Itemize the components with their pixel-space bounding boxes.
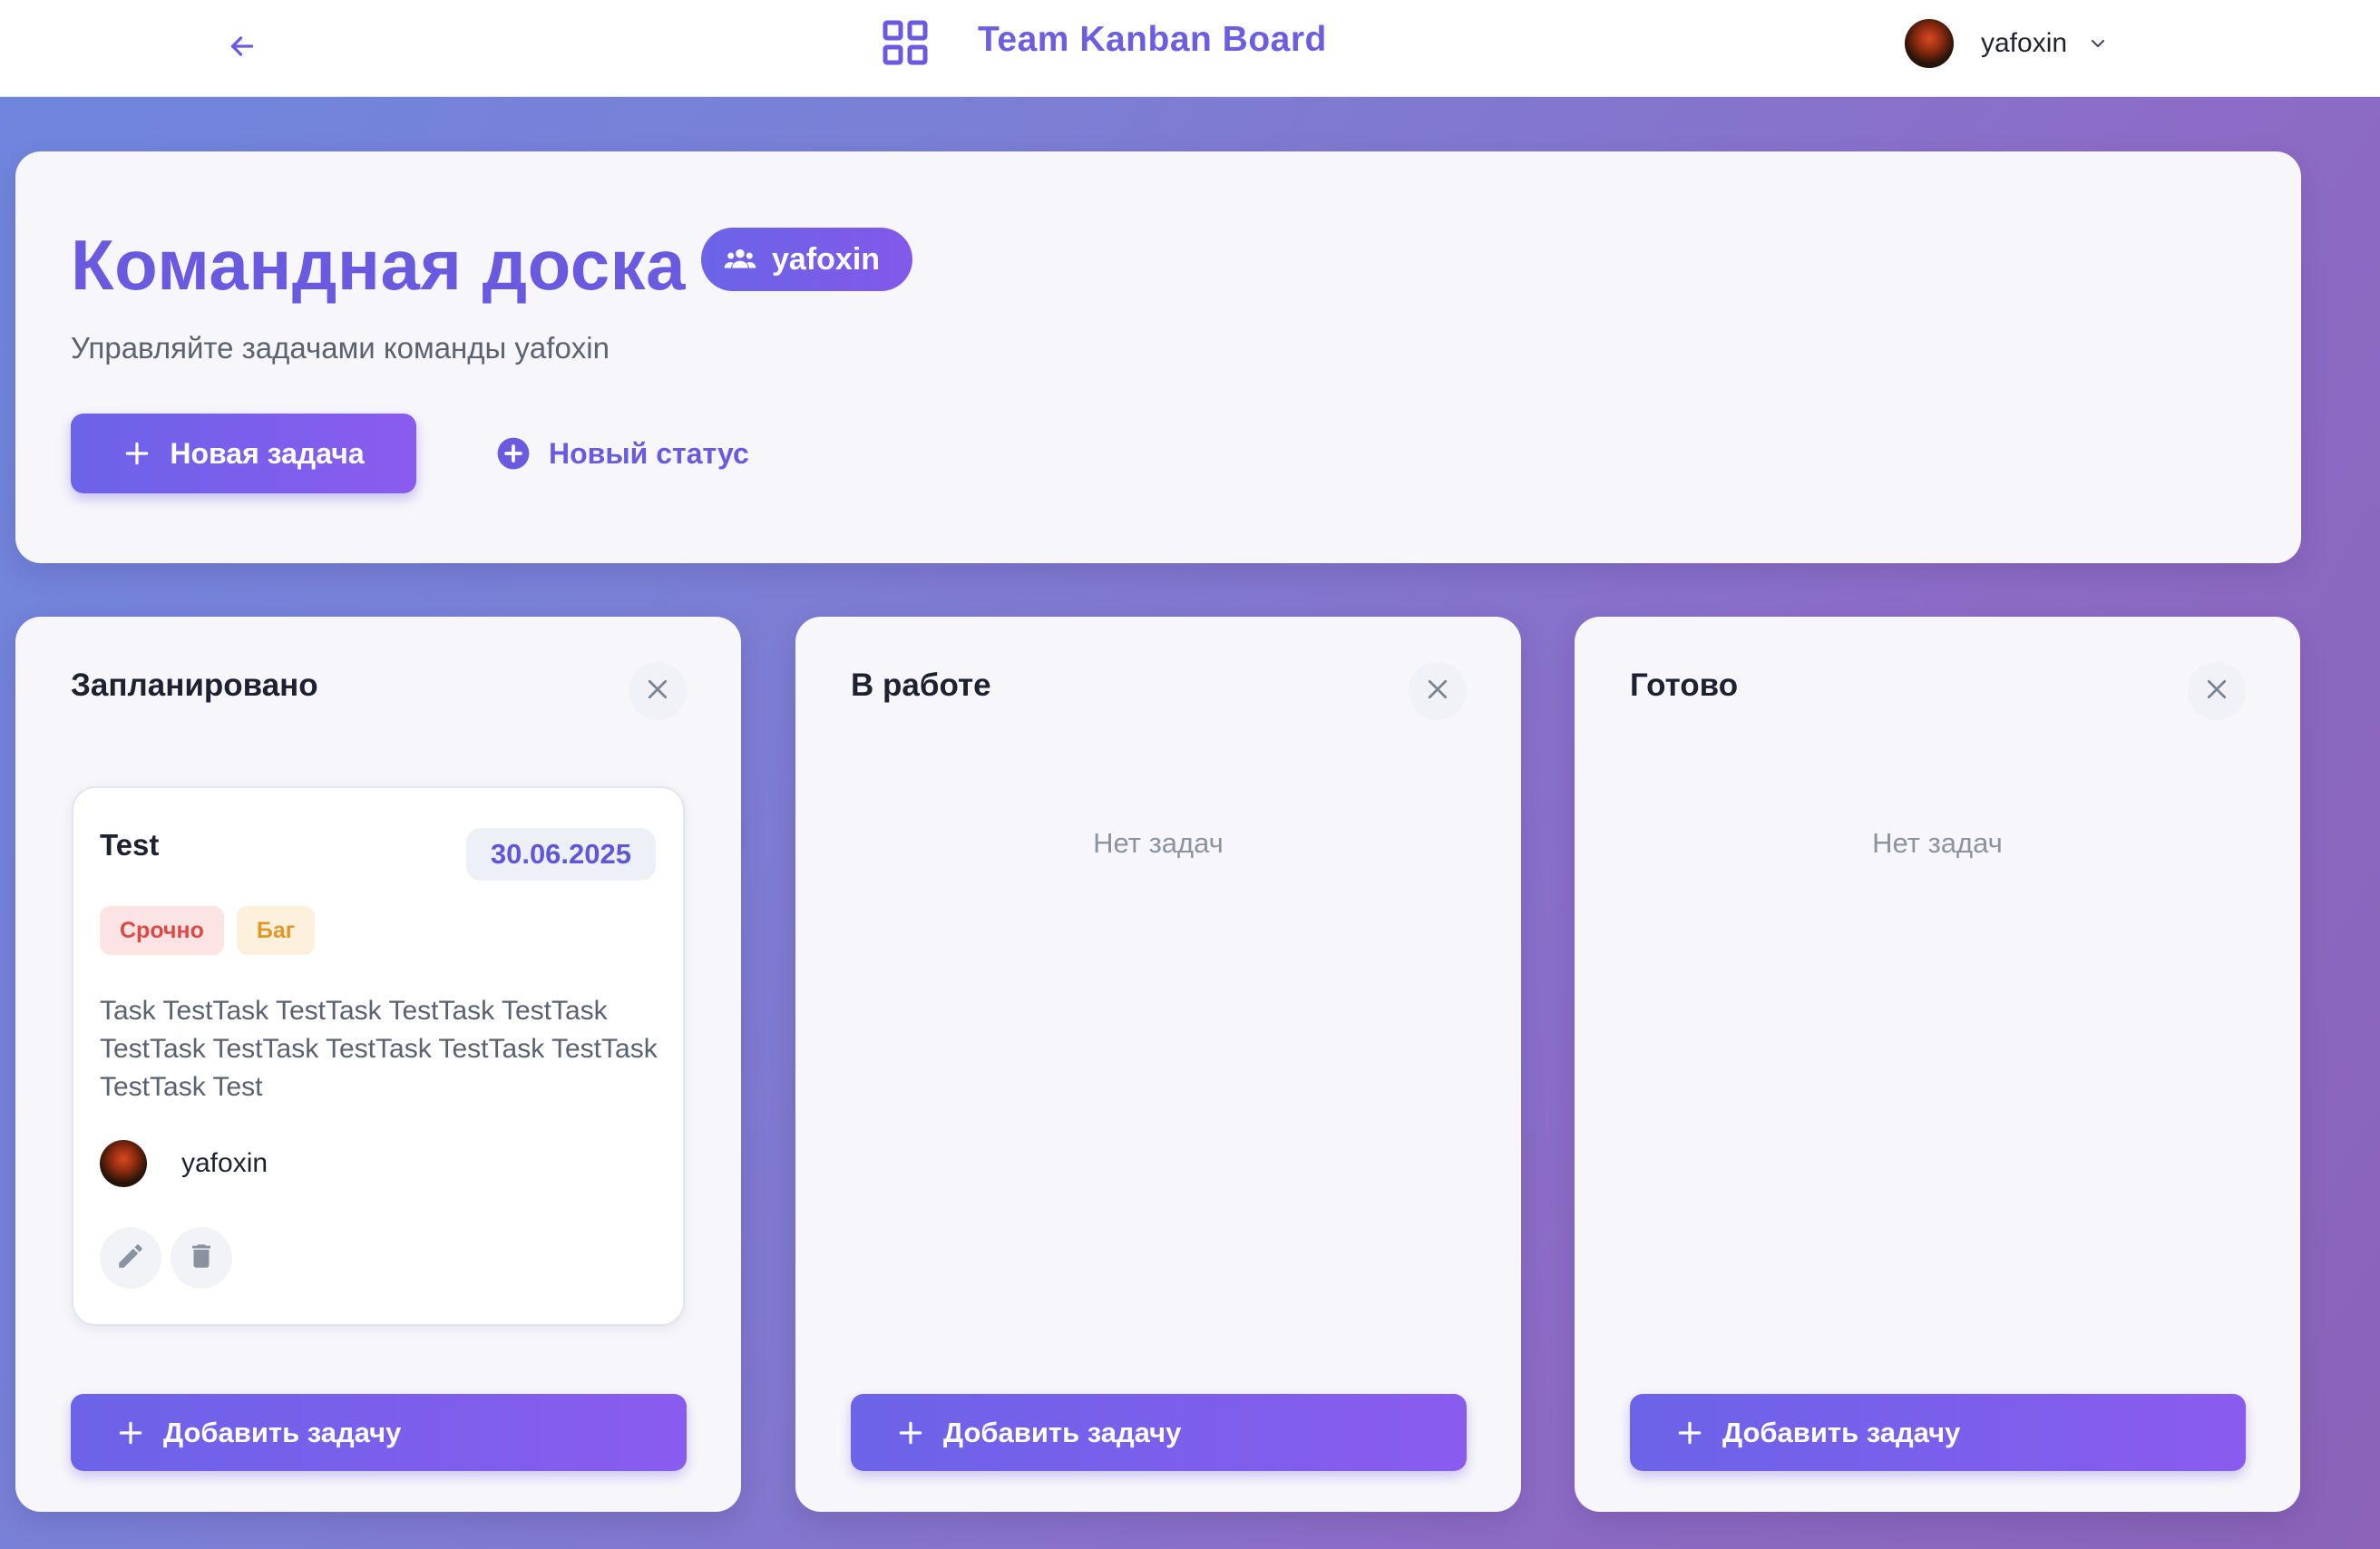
assignee-name: yafoxin — [181, 1148, 268, 1178]
plus-icon — [116, 1418, 145, 1447]
delete-column-button[interactable] — [629, 662, 687, 720]
tag-bug: Баг — [236, 906, 316, 955]
page-subtitle: Управляйте задачами команды yafoxin — [71, 331, 610, 365]
column-planned: Запланировано Test 30.06.2025 Срочно Баг… — [15, 617, 741, 1512]
add-task-button[interactable]: Добавить задачу — [1630, 1394, 2246, 1471]
column-title: В работе — [851, 667, 991, 703]
close-icon — [2203, 676, 2230, 707]
page-title: Командная доска — [71, 225, 687, 305]
task-due-date: 30.06.2025 — [465, 828, 656, 881]
grid-icon — [882, 19, 929, 66]
arrow-left-icon — [226, 30, 258, 67]
back-button[interactable] — [216, 22, 268, 74]
column-in-progress: В работе Нет задач Добавить задачу — [795, 617, 1521, 1512]
column-title: Запланировано — [71, 667, 318, 703]
top-bar: Team Kanban Board yafoxin — [0, 0, 2380, 97]
empty-column-text: Нет задач — [1093, 827, 1224, 859]
task-assignee: yafoxin — [100, 1140, 268, 1187]
user-menu[interactable]: yafoxin — [1905, 18, 2109, 69]
chevron-down-icon — [2087, 33, 2109, 54]
empty-column-text: Нет задач — [1872, 827, 2003, 859]
task-tags: Срочно Баг — [100, 906, 327, 955]
task-card[interactable]: Test 30.06.2025 Срочно Баг Task TestTask… — [72, 786, 685, 1326]
tag-urgent: Срочно — [100, 906, 224, 955]
column-title: Готово — [1630, 667, 1739, 703]
plus-icon — [122, 439, 151, 468]
new-status-button[interactable]: Новый статус — [478, 414, 767, 493]
user-name: yafoxin — [1981, 28, 2068, 58]
edit-task-button[interactable] — [100, 1227, 161, 1289]
plus-icon — [896, 1418, 925, 1447]
task-actions — [100, 1227, 241, 1289]
board-header-card: Командная доска yafoxin Управляйте задач… — [15, 151, 2301, 563]
new-task-button[interactable]: Новая задача — [71, 414, 416, 493]
team-badge: yafoxin — [701, 228, 913, 291]
close-icon — [644, 676, 671, 707]
delete-column-button[interactable] — [1409, 662, 1467, 720]
add-task-label: Добавить задачу — [163, 1416, 402, 1448]
delete-column-button[interactable] — [2188, 662, 2246, 720]
pencil-icon — [115, 1241, 146, 1276]
add-task-label: Добавить задачу — [943, 1416, 1182, 1448]
new-status-label: Новый статус — [549, 436, 749, 470]
delete-task-button[interactable] — [171, 1227, 232, 1289]
users-icon — [723, 242, 757, 277]
new-task-label: Новая задача — [170, 436, 365, 470]
plus-circle-icon — [496, 436, 531, 471]
column-done: Готово Нет задач Добавить задачу — [1575, 617, 2300, 1512]
team-badge-label: yafoxin — [772, 241, 881, 277]
plus-icon — [1675, 1418, 1704, 1447]
avatar — [1905, 19, 1954, 68]
app-title: Team Kanban Board — [978, 20, 1327, 59]
add-task-label: Добавить задачу — [1722, 1416, 1961, 1448]
trash-icon — [186, 1241, 217, 1276]
task-title: Test — [100, 828, 160, 862]
close-icon — [1424, 676, 1451, 707]
add-task-button[interactable]: Добавить задачу — [851, 1394, 1467, 1471]
avatar — [100, 1140, 147, 1187]
add-task-button[interactable]: Добавить задачу — [71, 1394, 687, 1471]
task-description: Task TestTask TestTask TestTask TestTask… — [100, 996, 658, 1102]
